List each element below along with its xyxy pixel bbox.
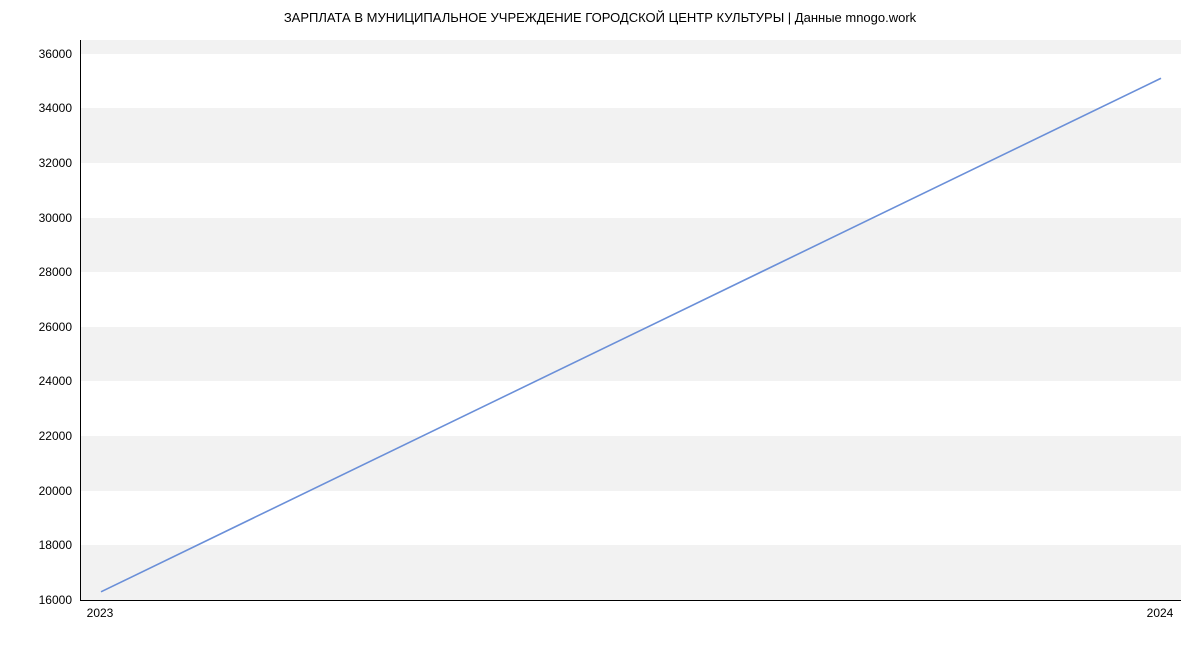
y-tick-label: 16000 xyxy=(39,593,72,607)
y-tick-label: 28000 xyxy=(39,265,72,279)
series-line xyxy=(101,78,1161,592)
y-tick-label: 36000 xyxy=(39,47,72,61)
y-tick-label: 20000 xyxy=(39,484,72,498)
y-tick-label: 32000 xyxy=(39,156,72,170)
y-tick-label: 18000 xyxy=(39,538,72,552)
chart-title: ЗАРПЛАТА В МУНИЦИПАЛЬНОЕ УЧРЕЖДЕНИЕ ГОРО… xyxy=(0,10,1200,25)
line-series xyxy=(81,40,1181,600)
plot-area xyxy=(80,40,1181,601)
x-tick-label: 2024 xyxy=(1147,606,1174,620)
x-tick-label: 2023 xyxy=(87,606,114,620)
y-tick-label: 24000 xyxy=(39,374,72,388)
y-tick-label: 26000 xyxy=(39,320,72,334)
chart-container: ЗАРПЛАТА В МУНИЦИПАЛЬНОЕ УЧРЕЖДЕНИЕ ГОРО… xyxy=(0,0,1200,650)
y-tick-label: 34000 xyxy=(39,101,72,115)
y-tick-label: 30000 xyxy=(39,211,72,225)
y-tick-label: 22000 xyxy=(39,429,72,443)
